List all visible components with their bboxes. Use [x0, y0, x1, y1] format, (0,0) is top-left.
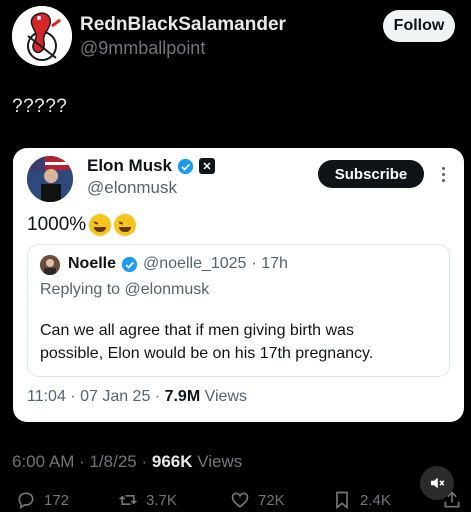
x-logo-icon: ✕: [199, 158, 216, 174]
like-count: 72K: [258, 491, 285, 509]
author-name[interactable]: RednBlackSalamander: [80, 14, 286, 36]
quoted-views-label: Views: [200, 388, 247, 405]
post-views-count: 966K: [151, 452, 193, 471]
inner-quoted-post[interactable]: Noelle @noelle_1025 · 17h Replying to @e…: [27, 244, 450, 377]
laughing-emoji-icon: [114, 214, 137, 236]
bookmark-button[interactable]: 2.4K: [332, 490, 391, 510]
subscribe-button[interactable]: Subscribe: [318, 160, 424, 188]
bookmark-icon: [336, 491, 348, 510]
laughing-emoji-icon: [89, 214, 112, 236]
post-meta: 6:00 AM · 1/8/25 · 966K Views: [12, 452, 242, 472]
action-bar: 172 3.7K 72K 2.4K: [12, 490, 462, 512]
like-button[interactable]: 72K: [230, 490, 285, 510]
inner-author-handle[interactable]: @noelle_1025: [143, 255, 246, 273]
quoted-author-avatar[interactable]: [27, 156, 73, 202]
post-header: RednBlackSalamander @9mmballpoint Follow: [12, 6, 459, 66]
quoted-post-time: 11:04 · 07 Jan 25 ·: [27, 388, 165, 405]
mute-icon: [431, 477, 445, 489]
bookmark-count: 2.4K: [360, 491, 391, 509]
repost-button[interactable]: 3.7K: [118, 490, 177, 510]
author-avatar[interactable]: [12, 6, 72, 66]
quoted-post-card[interactable]: Elon Musk ✕ @elonmusk Subscribe 1000% No…: [13, 148, 464, 422]
repost-icon: [119, 495, 137, 505]
more-icon[interactable]: [436, 162, 450, 186]
quoted-author-name[interactable]: Elon Musk ✕: [87, 156, 216, 176]
inner-author-avatar[interactable]: [40, 255, 60, 275]
post-timestamp: 6:00 AM · 1/8/25 ·: [12, 452, 152, 471]
quoted-post-meta: 11:04 · 07 Jan 25 · 7.9M Views: [27, 388, 247, 406]
quoted-author-name-text: Elon Musk: [87, 156, 173, 175]
reply-icon: [18, 492, 34, 510]
post-text: ?????: [12, 96, 68, 117]
inner-author-name[interactable]: Noelle: [68, 255, 116, 273]
follow-button[interactable]: Follow: [383, 10, 455, 42]
inner-post-text: Can we all agree that if men giving birt…: [40, 322, 374, 362]
reply-button[interactable]: 172: [16, 490, 69, 510]
quoted-author-handle[interactable]: @elonmusk: [87, 178, 177, 198]
quoted-post-text: 1000%: [27, 214, 137, 236]
mute-button[interactable]: [420, 466, 454, 500]
inner-author-line: Noelle @noelle_1025 · 17h: [68, 255, 288, 273]
repost-count: 3.7K: [146, 491, 177, 509]
post-views-label: Views: [192, 452, 243, 471]
replying-to: Replying to @elonmusk: [40, 281, 210, 298]
verified-icon: [177, 158, 194, 174]
author-handle[interactable]: @9mmballpoint: [80, 38, 205, 59]
inner-post-age: · 17h: [251, 255, 288, 272]
verified-icon: [121, 256, 138, 272]
quoted-post-text-value: 1000%: [27, 214, 87, 235]
like-icon: [231, 492, 249, 508]
reply-count: 172: [44, 491, 70, 509]
quoted-views-count: 7.9M: [164, 388, 201, 405]
